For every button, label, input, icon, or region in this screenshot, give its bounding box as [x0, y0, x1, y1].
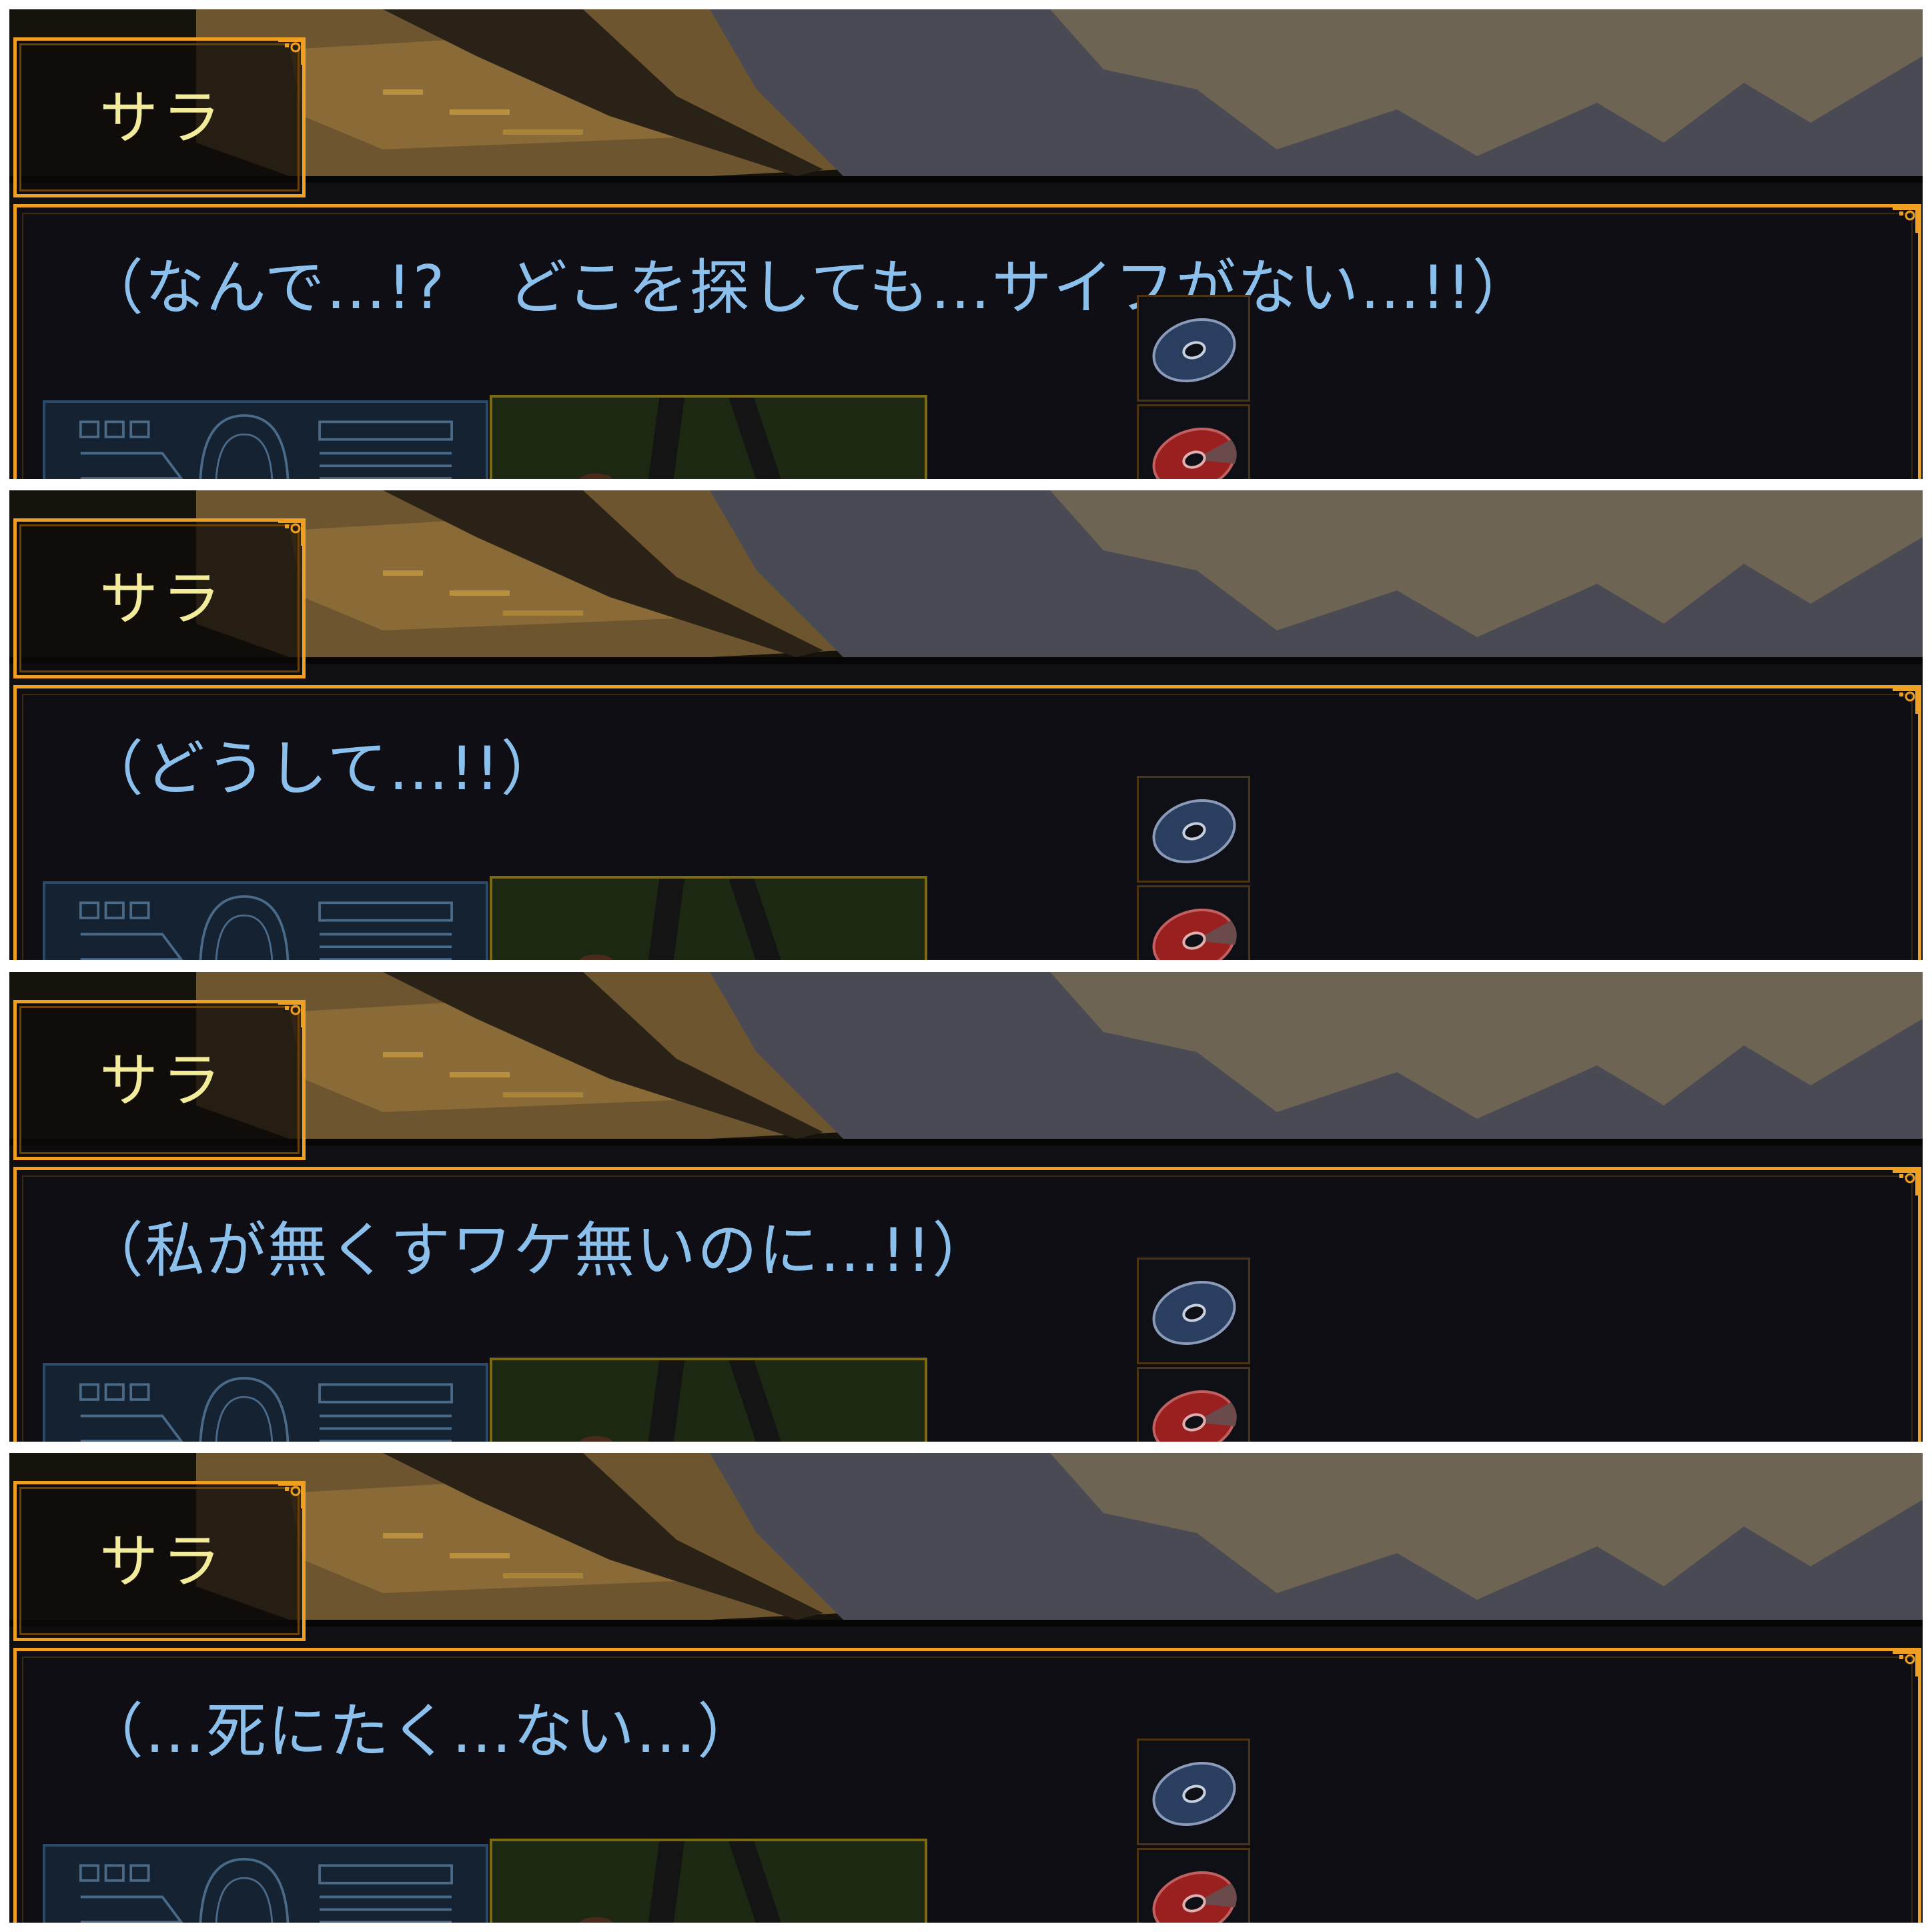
disc-red-icon	[1152, 427, 1237, 479]
character-view	[490, 1839, 927, 1923]
speaker-name-box: サラ	[13, 518, 306, 678]
disc-blue-icon	[1152, 1761, 1236, 1827]
blue-disc-slot[interactable]	[1137, 1258, 1250, 1364]
character-legs-icon	[580, 1360, 781, 1442]
hud-portrait-icon	[79, 1857, 453, 1923]
speaker-name-box: サラ	[13, 1000, 306, 1160]
red-disc-slot[interactable]	[1137, 885, 1250, 960]
dialogue-panel-3: サラ （私が無くすワケ無いのに…!!）	[9, 972, 1923, 1442]
hud-portrait-icon	[79, 895, 453, 960]
speaker-name-box: サラ	[13, 37, 306, 197]
ornament-corner-icon	[1893, 207, 1918, 233]
dialogue-panel-4: サラ （…死にたく…ない…）	[9, 1453, 1923, 1923]
red-disc-slot[interactable]	[1137, 404, 1250, 479]
speaker-name: サラ	[99, 564, 225, 633]
red-disc-slot[interactable]	[1137, 1367, 1250, 1442]
character-legs-icon	[580, 879, 781, 960]
disc-blue-icon	[1152, 318, 1236, 383]
character-legs-icon	[580, 1841, 781, 1923]
speaker-name: サラ	[99, 1046, 225, 1115]
speaker-name: サラ	[99, 83, 225, 152]
ornament-corner-icon	[278, 1002, 304, 1027]
ornament-corner-icon	[278, 1483, 304, 1508]
disc-red-icon	[1152, 1871, 1237, 1923]
dialogue-panel-2: サラ （どうして…!!）	[9, 490, 1923, 960]
ornament-corner-icon	[1893, 1651, 1918, 1676]
dialogue-text: （私が無くすワケ無いのに…!!）	[83, 1216, 994, 1286]
blue-disc-slot[interactable]	[1137, 295, 1250, 402]
ornament-corner-icon	[1893, 688, 1918, 714]
dialogue-text: （どうして…!!）	[83, 734, 562, 804]
status-hud	[43, 1363, 488, 1442]
ornament-corner-icon	[1893, 1170, 1918, 1195]
speaker-name: サラ	[99, 1527, 225, 1596]
hud-portrait-icon	[79, 414, 453, 479]
hud-portrait-icon	[79, 1376, 453, 1442]
blue-disc-slot[interactable]	[1137, 1739, 1250, 1845]
red-disc-slot[interactable]	[1137, 1848, 1250, 1923]
dialogue-text: （なんで…!? どこを探しても…サイフがない…!!）	[83, 253, 1534, 323]
dialogue-panel-1: サラ （なんで…!? どこを探しても…サイフがない…!!）	[9, 9, 1923, 479]
status-hud	[43, 1844, 488, 1923]
status-hud	[43, 400, 488, 479]
blue-disc-slot[interactable]	[1137, 776, 1250, 883]
character-legs-icon	[580, 398, 781, 479]
ornament-corner-icon	[278, 520, 304, 546]
disc-blue-icon	[1152, 1280, 1236, 1346]
disc-red-icon	[1152, 1390, 1237, 1442]
disc-red-icon	[1152, 908, 1237, 960]
disc-blue-icon	[1152, 799, 1236, 864]
status-hud	[43, 881, 488, 960]
ornament-corner-icon	[278, 39, 304, 65]
character-view	[490, 395, 927, 479]
character-view	[490, 876, 927, 960]
speaker-name-box: サラ	[13, 1481, 306, 1641]
dialogue-text: （…死にたく…ない…）	[83, 1697, 759, 1767]
character-view	[490, 1358, 927, 1442]
